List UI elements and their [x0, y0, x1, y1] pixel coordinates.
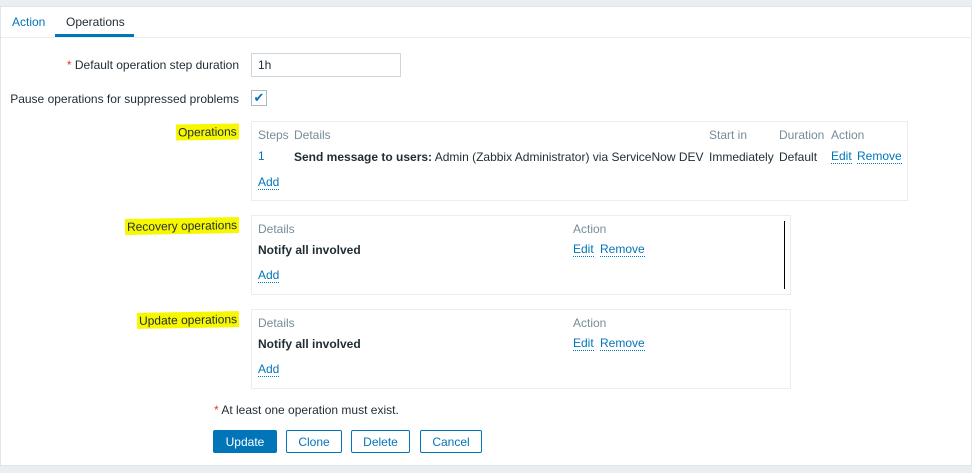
col-action: Action	[573, 222, 607, 236]
edit-link[interactable]: Edit	[573, 337, 594, 351]
col-steps: Steps	[258, 128, 289, 142]
pause-label: Pause operations for suppressed problems	[10, 92, 239, 106]
operations-label-text: Operations	[176, 123, 240, 141]
action-form-panel: Action Operations * Default operation st…	[0, 6, 972, 466]
required-note: * At least one operation must exist.	[214, 403, 399, 417]
remove-link[interactable]: Remove	[600, 243, 645, 257]
operations-label: Operations	[176, 123, 240, 141]
start-in-value: Immediately	[709, 150, 774, 164]
vertical-line	[784, 221, 785, 289]
operations-table: Steps Details Start in Duration Action 1…	[251, 121, 908, 201]
operation-details-bold: Send message to users:	[294, 150, 433, 164]
recovery-details: Notify all involved	[258, 243, 361, 257]
tab-divider	[1, 37, 972, 38]
update-details: Notify all involved	[258, 337, 361, 351]
delete-button[interactable]: Delete	[351, 430, 410, 453]
add-update-link[interactable]: Add	[258, 363, 280, 377]
remove-link[interactable]: Remove	[600, 337, 645, 351]
add-recovery-link[interactable]: Add	[258, 269, 280, 283]
col-details: Details	[258, 222, 295, 236]
step-duration-label: * Default operation step duration	[67, 58, 239, 72]
update-label: Update operations	[136, 311, 240, 329]
update-button[interactable]: Update	[213, 430, 277, 453]
tab-operations[interactable]: Operations	[66, 15, 125, 29]
step-duration-label-text: Default operation step duration	[74, 58, 239, 72]
duration-value: Default	[779, 150, 818, 164]
pause-checkbox[interactable]: ✔	[251, 90, 267, 106]
recovery-label-text: Recovery operations	[124, 217, 240, 235]
update-label-text: Update operations	[136, 311, 240, 329]
recovery-label: Recovery operations	[124, 217, 240, 235]
col-duration: Duration	[779, 128, 825, 142]
required-mark: *	[214, 403, 219, 417]
required-mark: *	[66, 58, 72, 72]
update-operations-table: Details Action Notify all involved Edit …	[251, 309, 791, 389]
edit-link[interactable]: Edit	[831, 150, 852, 164]
step-duration-input[interactable]	[251, 53, 401, 77]
col-start-in: Start in	[709, 128, 748, 142]
note-text: At least one operation must exist.	[221, 403, 399, 417]
col-details: Details	[258, 316, 295, 330]
recovery-operations-table: Details Action Notify all involved Edit …	[251, 215, 791, 295]
cancel-button[interactable]: Cancel	[420, 430, 482, 453]
add-operation-link[interactable]: Add	[258, 176, 280, 190]
remove-link[interactable]: Remove	[857, 150, 902, 164]
checkmark-icon: ✔	[253, 90, 265, 105]
operation-details-rest: Admin (Zabbix Administrator) via Service…	[432, 150, 704, 164]
col-action: Action	[573, 316, 607, 330]
edit-link[interactable]: Edit	[573, 243, 594, 257]
operation-details: Send message to users: Admin (Zabbix Adm…	[294, 150, 704, 164]
tab-action[interactable]: Action	[12, 15, 45, 29]
col-action: Action	[831, 128, 865, 142]
clone-button[interactable]: Clone	[286, 430, 342, 453]
step-number[interactable]: 1	[258, 150, 265, 163]
col-details: Details	[294, 128, 331, 142]
